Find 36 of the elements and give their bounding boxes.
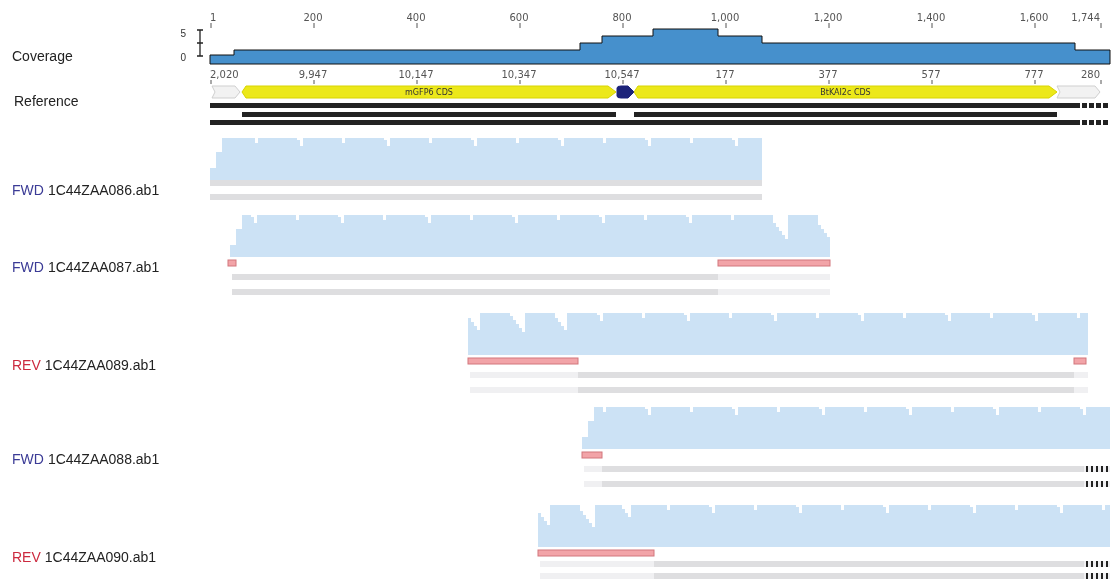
strand-label: FWD	[12, 259, 44, 275]
ruler-label: 10,147	[398, 69, 434, 80]
ruler-label: 2,020	[210, 69, 239, 80]
ruler-label: 9,947	[298, 69, 328, 80]
scale-label: 0	[180, 52, 186, 64]
strand-label: FWD	[12, 182, 44, 198]
ruler-label: 777	[1024, 69, 1044, 80]
ruler-label: 280	[1080, 69, 1100, 80]
ruler-label: 1,744	[1071, 12, 1100, 23]
ruler-label: 10,347	[501, 69, 537, 80]
read-name[interactable]: 1C44ZAA089.ab1	[44, 357, 157, 373]
ruler-label: 1,400	[916, 12, 946, 23]
strand-label: FWD	[12, 451, 44, 467]
read-name[interactable]: 1C44ZAA086.ab1	[47, 182, 160, 198]
ruler-label: 1,200	[813, 12, 843, 23]
read-name[interactable]: 1C44ZAA087.ab1	[47, 259, 160, 275]
ruler-label: 10,547	[604, 69, 640, 80]
feature-label: BtKAI2c CDS	[820, 88, 871, 97]
ruler-label: 800	[612, 12, 632, 23]
ruler-label: 1,600	[1019, 12, 1049, 23]
ruler-label: 1,000	[710, 12, 740, 23]
ruler-label: 400	[406, 12, 426, 23]
scale-label: 5	[180, 28, 186, 40]
strand-label: REV	[12, 357, 41, 373]
read-name[interactable]: 1C44ZAA088.ab1	[47, 451, 160, 467]
ruler-label: 600	[509, 12, 529, 23]
ruler-label: 377	[818, 69, 838, 80]
feature-label: mGFP6 CDS	[405, 88, 453, 97]
ruler-label: 177	[715, 69, 735, 80]
ruler-label: 577	[921, 69, 941, 80]
track-label: Reference	[14, 93, 79, 109]
track-label: Coverage	[12, 48, 73, 64]
read-name[interactable]: 1C44ZAA090.ab1	[44, 549, 157, 565]
ruler-label: 1	[210, 12, 217, 23]
ruler-label: 200	[303, 12, 323, 23]
strand-label: REV	[12, 549, 41, 565]
